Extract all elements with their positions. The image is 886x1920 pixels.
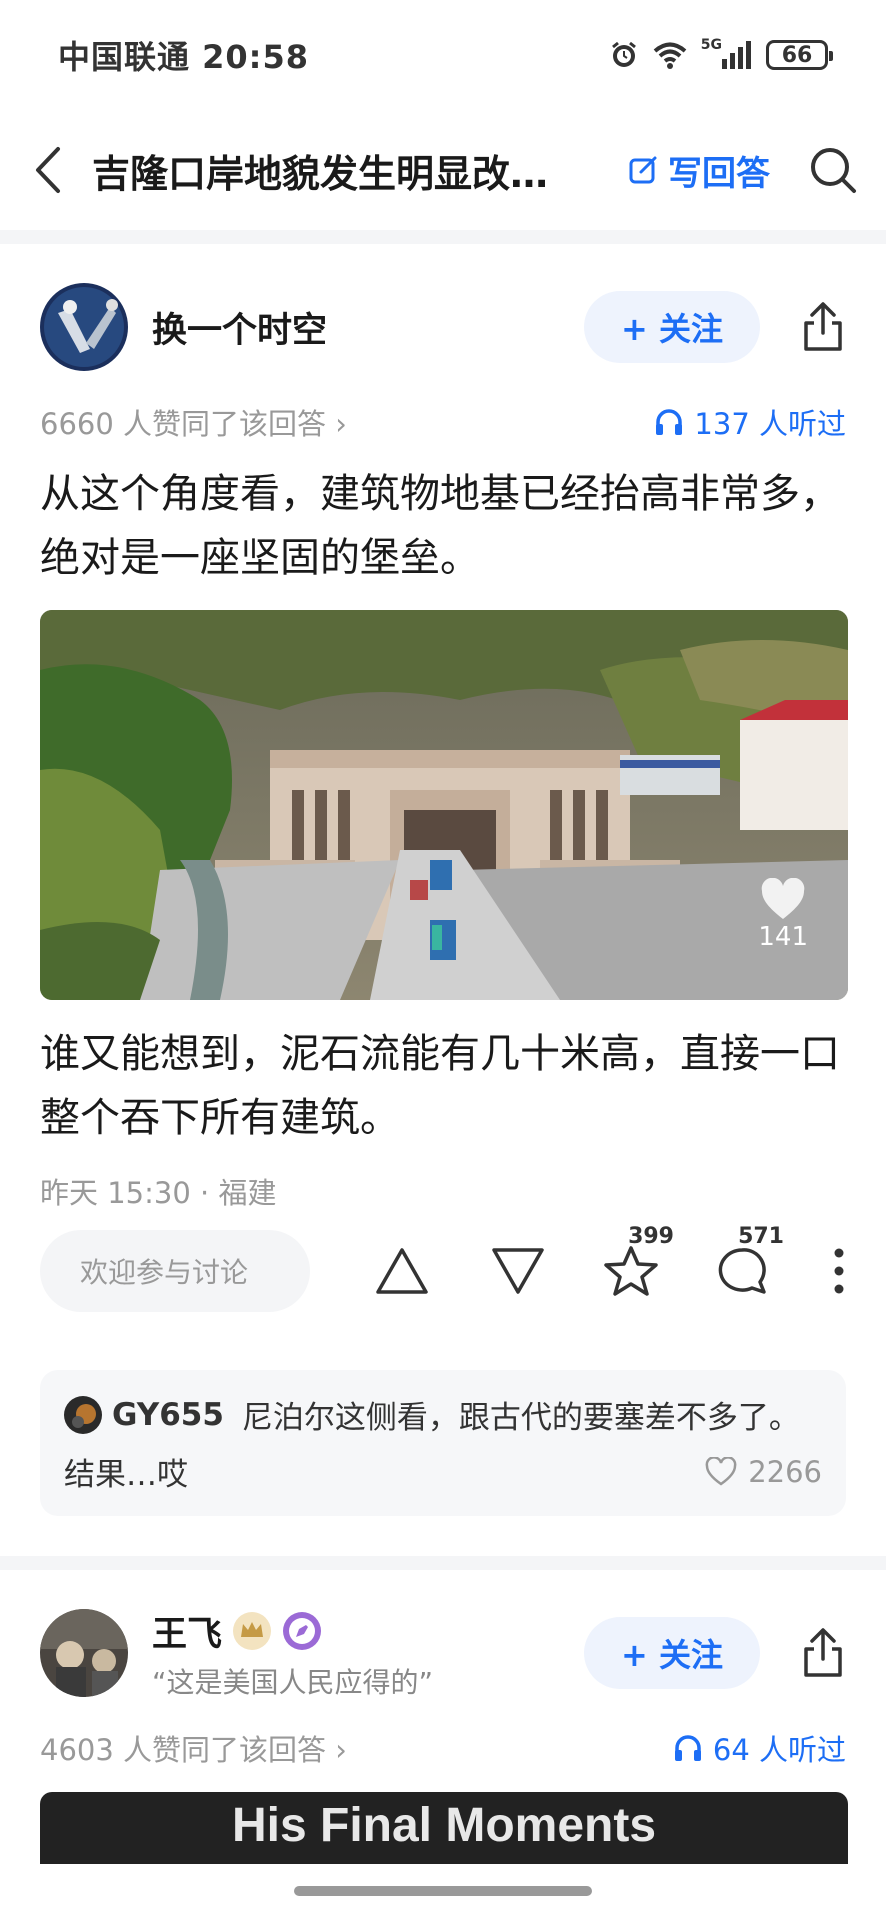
time-location: 昨天 15:30 · 福建 [40, 1176, 277, 1210]
star-icon [604, 1246, 658, 1296]
avatar[interactable] [40, 283, 128, 371]
downvote-icon [492, 1248, 544, 1294]
comment-like-button[interactable]: 2266 [704, 1455, 822, 1489]
image-like-count: 141 [758, 922, 808, 952]
question-title[interactable]: 吉隆口岸地貌发生明显改变... [92, 143, 582, 198]
comment-text-line2: 结果…哎 [64, 1457, 188, 1493]
alarm-icon [611, 41, 636, 67]
image-like-button[interactable]: 141 [758, 878, 808, 952]
crown-badge-icon [233, 1612, 272, 1650]
action-row: 欢迎参与讨论 399 571 [40, 1224, 846, 1314]
share-icon[interactable] [800, 1627, 846, 1679]
answer-author-row: 换一个时空 + 关注 [40, 282, 846, 372]
follow-label: + 关注 [621, 1636, 723, 1674]
agree-count[interactable]: 6660 人赞同了该回答 › [40, 401, 347, 443]
author-name[interactable]: 换一个时空 [152, 302, 327, 353]
search-icon[interactable] [808, 145, 858, 195]
battery-icon: 66 [766, 40, 833, 70]
headphones-icon [674, 1735, 701, 1761]
answer-text-1: 从这个角度看，建筑物地基已经抬高非常多，绝对是一座坚固的堡垒。 [40, 471, 840, 581]
signal-icon [722, 41, 751, 69]
listen-label: 137 人听过 [694, 407, 846, 441]
comments-button[interactable]: 571 [714, 1224, 784, 1298]
follow-button[interactable]: + 关注 [584, 291, 760, 363]
commenter-name[interactable]: GY655 [112, 1397, 224, 1433]
video-title: His Final Moments [231, 1799, 657, 1852]
status-icons: 5G 66 [609, 37, 833, 70]
nav-bar: 吉隆口岸地貌发生明显改变... 写回答 [0, 110, 886, 230]
follow-button[interactable]: + 关注 [584, 1617, 760, 1689]
network-type: 5G [700, 37, 722, 53]
follow-label: + 关注 [621, 310, 723, 348]
comment-text-line1: 尼泊尔这侧看，跟古代的要塞差不多了。 [241, 1400, 800, 1436]
upvote-icon [376, 1248, 428, 1294]
video-thumbnail[interactable]: His Final Moments [40, 1792, 848, 1864]
write-answer-label: 写回答 [668, 153, 770, 194]
favorite-count: 399 [628, 1224, 674, 1249]
upvote-button[interactable] [374, 1246, 430, 1296]
answer-text-2: 谁又能想到，泥石流能有几十米高，直接一口整个吞下所有建筑。 [40, 1031, 840, 1141]
avatar[interactable] [40, 1609, 128, 1697]
battery-level: 66 [781, 42, 813, 68]
divider [0, 1556, 886, 1570]
pen-badge-icon [283, 1612, 322, 1650]
heart-outline-icon [705, 1456, 737, 1486]
author-quote: “这是美国人民应得的” [152, 1665, 434, 1699]
carrier-time: 中国联通 20:58 [58, 38, 310, 76]
share-icon[interactable] [800, 301, 846, 353]
listen-count[interactable]: 137 人听过 [654, 401, 846, 443]
status-bar: 中国联通 20:58 5G 66 [0, 0, 886, 110]
comment-placeholder: 欢迎参与讨论 [80, 1256, 249, 1289]
heart-icon [761, 878, 805, 919]
comment-like-count: 2266 [748, 1454, 822, 1489]
back-icon[interactable] [28, 145, 68, 195]
answer-meta-row: 4603 人赞同了该回答 › 64 人听过 [40, 1726, 846, 1770]
listen-label: 64 人听过 [712, 1733, 846, 1767]
favorite-button[interactable]: 399 [602, 1224, 674, 1298]
hot-comment[interactable]: GY655 尼泊尔这侧看，跟古代的要塞差不多了。 结果…哎 2266 [40, 1370, 846, 1516]
headphones-icon [656, 409, 683, 435]
answer-author-row: 王飞 “这是美国人民应得的” + 关注 [40, 1606, 846, 1699]
more-button[interactable] [832, 1246, 846, 1296]
answer-meta-row: 6660 人赞同了该回答 › 137 人听过 [40, 400, 846, 444]
divider [0, 230, 886, 244]
listen-count[interactable]: 64 人听过 [673, 1727, 846, 1769]
comment-icon [718, 1248, 766, 1294]
post-image[interactable]: 141 [40, 610, 848, 1000]
more-icon [834, 1248, 844, 1294]
edit-icon [629, 156, 657, 184]
downvote-button[interactable] [490, 1246, 546, 1296]
write-answer-button[interactable]: 写回答 [628, 146, 770, 195]
comment-count: 571 [738, 1224, 784, 1249]
agree-count[interactable]: 4603 人赞同了该回答 › [40, 1727, 347, 1769]
home-indicator[interactable] [294, 1886, 592, 1896]
author-name[interactable]: 王飞 [152, 1606, 222, 1657]
wifi-icon [653, 42, 687, 69]
commenter-avatar[interactable] [64, 1395, 102, 1434]
comment-input[interactable]: 欢迎参与讨论 [40, 1230, 310, 1312]
